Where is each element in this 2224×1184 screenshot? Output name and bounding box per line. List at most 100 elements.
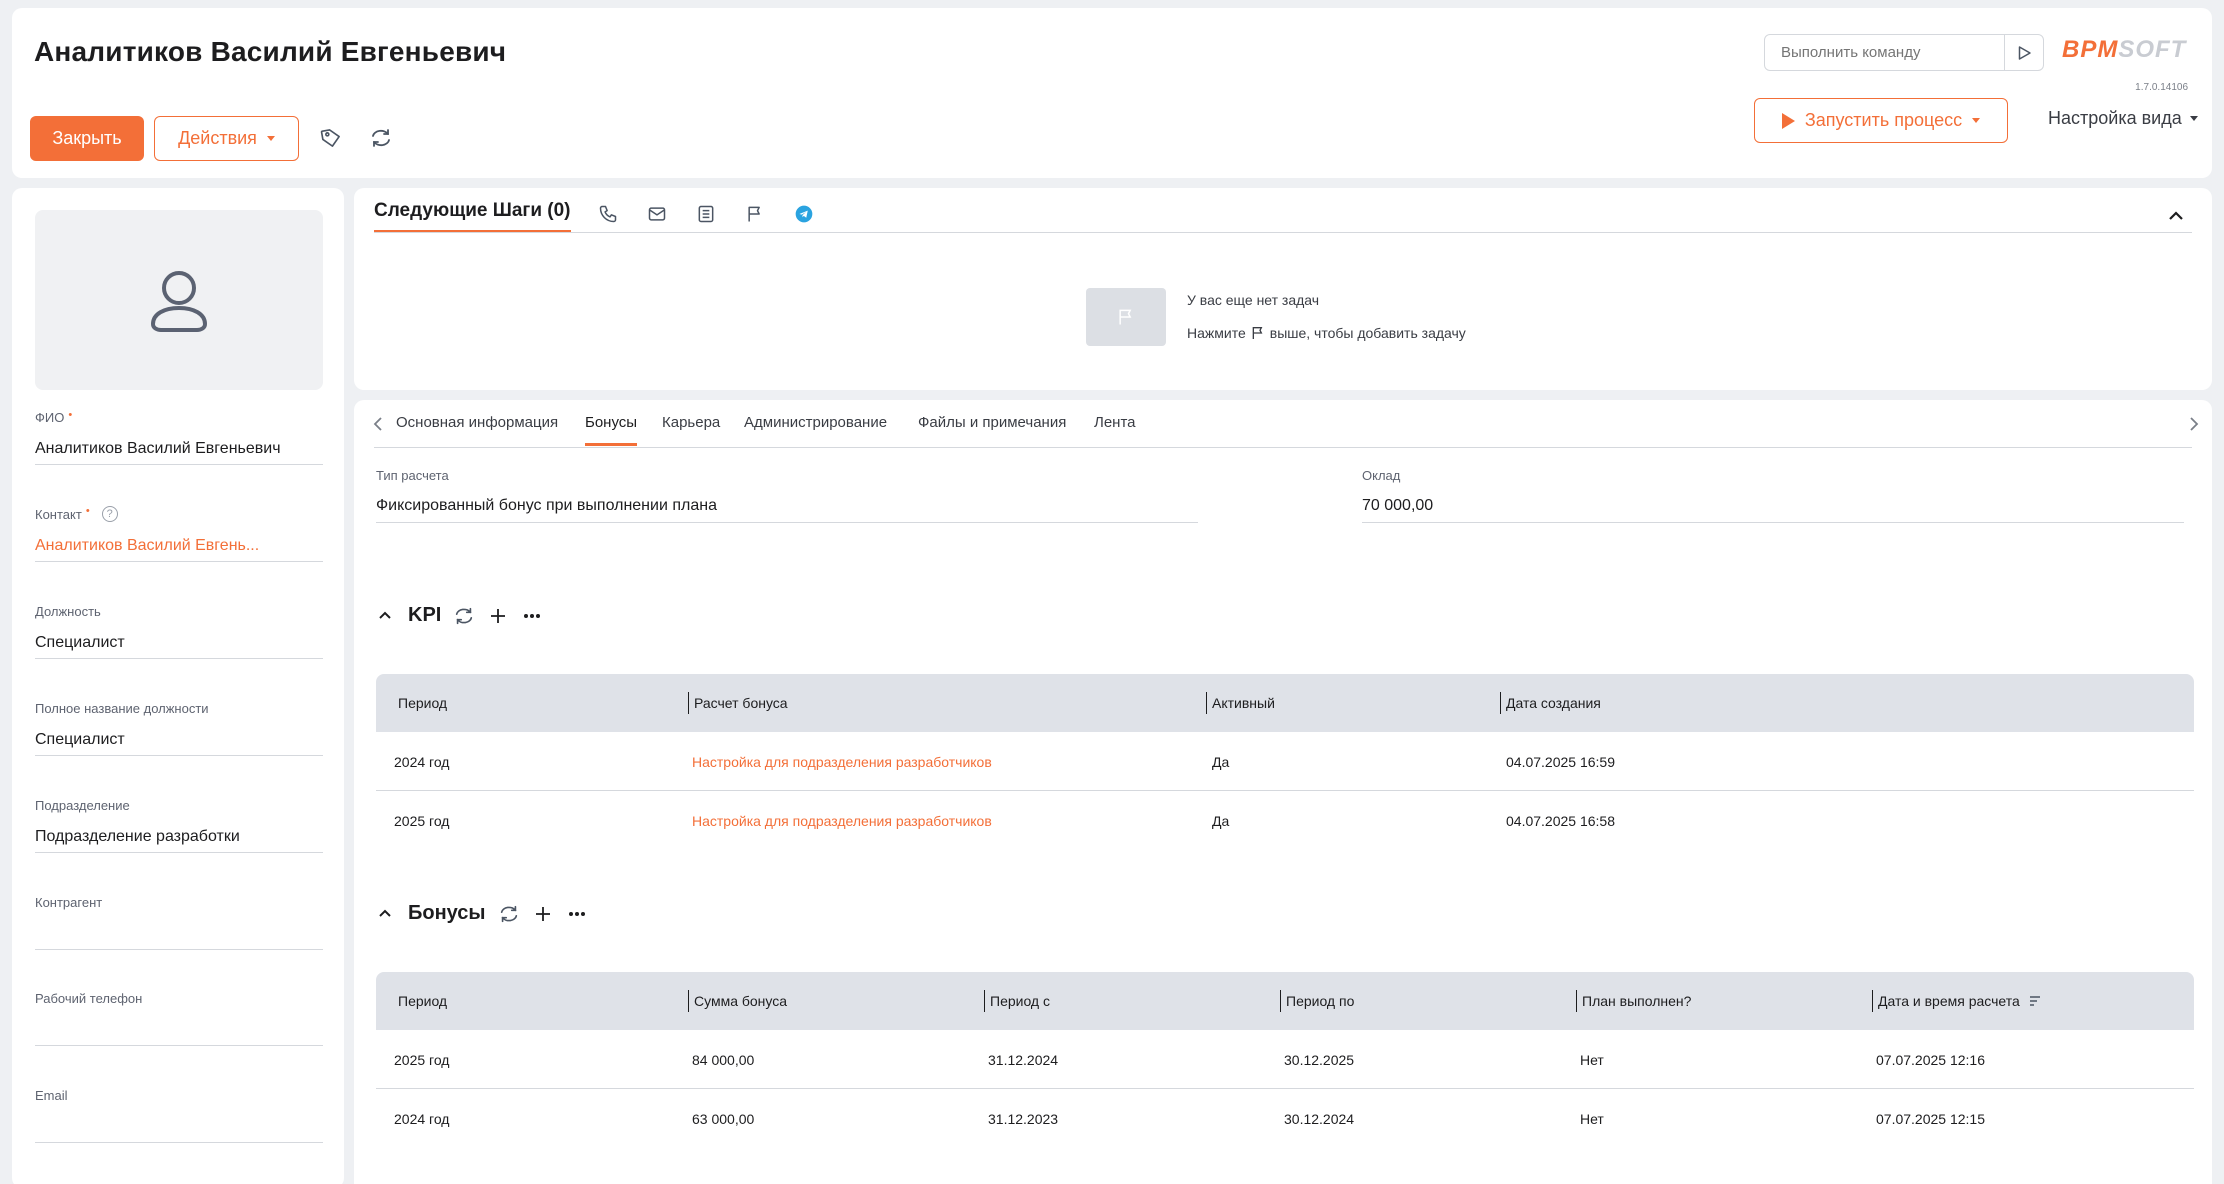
next-steps-tab[interactable]: Следующие Шаги (0) — [374, 200, 571, 233]
command-input[interactable] — [1765, 35, 2004, 70]
play-icon — [2018, 45, 2031, 60]
contact-link[interactable]: Аналитиков Василий Евгень... — [35, 536, 323, 562]
column-header[interactable]: Сумма бонуса — [694, 972, 787, 1030]
close-button[interactable]: Закрыть — [30, 116, 144, 161]
refresh-icon[interactable] — [453, 605, 475, 627]
actions-button[interactable]: Действия — [154, 116, 299, 161]
run-process-button[interactable]: Запустить процесс — [1754, 98, 2008, 143]
refresh-icon[interactable] — [498, 903, 520, 925]
column-header[interactable]: Расчет бонуса — [694, 674, 788, 732]
telegram-icon[interactable] — [790, 200, 818, 228]
column-divider[interactable] — [1280, 990, 1281, 1012]
document-icon[interactable] — [692, 200, 720, 228]
flag-icon[interactable] — [741, 200, 769, 228]
column-header-sorted[interactable]: Дата и время расчета — [1878, 972, 2042, 1030]
tag-icon[interactable] — [314, 121, 348, 155]
tab-career[interactable]: Карьера — [662, 414, 720, 443]
salary-input[interactable]: 70 000,00 — [1362, 497, 2184, 523]
avatar[interactable] — [35, 210, 323, 390]
table-row[interactable]: 2024 год 63 000,00 31.12.2023 30.12.2024… — [376, 1089, 2194, 1148]
column-header[interactable]: Период по — [1286, 972, 1354, 1030]
table-row[interactable]: 2025 год Настройка для подразделения раз… — [376, 791, 2194, 850]
empty-hint-after: выше, чтобы добавить задачу — [1269, 325, 1466, 341]
field-label: ФИО — [35, 410, 65, 425]
main-tab-panel: Основная информация Бонусы Карьера Админ… — [354, 400, 2212, 1184]
column-header[interactable]: План выполнен? — [1582, 972, 1691, 1030]
field-contact: Контакт •? Аналитиков Василий Евгень... — [35, 505, 323, 562]
tab-bonuses[interactable]: Бонусы — [585, 414, 638, 446]
cell-created: 04.07.2025 16:59 — [1506, 753, 1615, 770]
column-header[interactable]: Период с — [990, 972, 1050, 1030]
chevron-up-icon[interactable] — [374, 903, 396, 925]
bonuses-grid-header: Период Сумма бонуса Период с Период по П… — [376, 972, 2194, 1030]
command-box — [1764, 34, 2044, 71]
chevron-left-icon[interactable] — [368, 414, 388, 434]
column-header[interactable]: Дата создания — [1506, 674, 1601, 732]
run-process-label: Запустить процесс — [1804, 110, 1963, 130]
tab-feed[interactable]: Лента — [1094, 414, 1136, 443]
cell-plan-done: Нет — [1580, 1110, 1604, 1127]
column-divider[interactable] — [1872, 990, 1873, 1012]
envelope-icon[interactable] — [643, 200, 671, 228]
divider — [374, 232, 2192, 233]
tab-administration[interactable]: Администрирование — [744, 414, 887, 443]
cell-plan-done: Нет — [1580, 1051, 1604, 1068]
phone-icon[interactable] — [594, 200, 622, 228]
cell-bonus-calc-link[interactable]: Настройка для подразделения разработчико… — [692, 791, 992, 850]
chevron-right-icon[interactable] — [2184, 414, 2204, 434]
field-fio: ФИО • Аналитиков Василий Евгеньевич — [35, 409, 323, 465]
table-row[interactable]: 2025 год 84 000,00 31.12.2024 30.12.2025… — [376, 1030, 2194, 1089]
chevron-up-icon[interactable] — [374, 605, 396, 627]
account-input[interactable] — [35, 924, 323, 950]
tab-files-notes[interactable]: Файлы и примечания — [918, 414, 1066, 443]
field-label: Оклад — [1362, 468, 1401, 483]
cell-bonus-calc-link[interactable]: Настройка для подразделения разработчико… — [692, 732, 992, 791]
field-label: Контакт — [35, 506, 82, 522]
cell-amount: 63 000,00 — [692, 1110, 755, 1127]
logo: BPMSOFT — [2062, 36, 2186, 64]
plus-icon[interactable] — [532, 903, 554, 925]
play-icon — [1781, 112, 1795, 129]
field-label: Контрагент — [35, 895, 103, 910]
cell-period-from: 31.12.2024 — [988, 1051, 1059, 1068]
sort-desc-icon — [2029, 996, 2040, 1006]
column-divider[interactable] — [984, 990, 985, 1012]
column-divider[interactable] — [688, 692, 689, 714]
position-input[interactable]: Специалист — [35, 633, 323, 659]
table-row[interactable]: 2024 год Настройка для подразделения раз… — [376, 732, 2194, 791]
full-position-input[interactable]: Специалист — [35, 730, 323, 756]
cell-active: Да — [1212, 753, 1230, 770]
department-input[interactable]: Подразделение разработки — [35, 827, 323, 853]
run-command-button[interactable] — [2005, 35, 2043, 70]
column-header[interactable]: Период — [398, 674, 447, 732]
field-label: Email — [35, 1088, 68, 1103]
bonuses-grid: Период Сумма бонуса Период с Период по П… — [376, 972, 2194, 1148]
more-icon[interactable] — [566, 903, 588, 925]
cell-period: 2024 год — [394, 753, 450, 770]
refresh-icon[interactable] — [364, 121, 398, 155]
calc-type-select[interactable]: Фиксированный бонус при выполнении плана — [376, 497, 1198, 523]
fio-input[interactable]: Аналитиков Василий Евгеньевич — [35, 439, 323, 465]
kpi-grid-header: Период Расчет бонуса Активный Дата созда… — [376, 674, 2194, 732]
work-phone-input[interactable] — [35, 1020, 323, 1046]
cell-created: 04.07.2025 16:58 — [1506, 812, 1615, 829]
chevron-down-icon — [266, 136, 275, 141]
column-divider[interactable] — [1500, 692, 1501, 714]
tab-main-info[interactable]: Основная информация — [396, 414, 558, 443]
cell-calc-datetime: 07.07.2025 12:15 — [1876, 1110, 1985, 1127]
help-icon[interactable]: ? — [101, 506, 118, 522]
plus-icon[interactable] — [487, 605, 509, 627]
column-divider[interactable] — [1206, 692, 1207, 714]
chevron-up-icon[interactable] — [2164, 204, 2188, 228]
view-settings-button[interactable]: Настройка вида — [2048, 108, 2198, 129]
column-header[interactable]: Активный — [1212, 674, 1275, 732]
email-input[interactable] — [35, 1117, 323, 1143]
column-header[interactable]: Период — [398, 972, 447, 1030]
column-divider[interactable] — [688, 990, 689, 1012]
field-email: Email — [35, 1088, 323, 1143]
more-icon[interactable] — [521, 605, 543, 627]
column-divider[interactable] — [1576, 990, 1577, 1012]
cell-period: 2025 год — [394, 1051, 450, 1068]
field-calc-type: Тип расчета Фиксированный бонус при выпо… — [376, 468, 1198, 523]
field-salary: Оклад 70 000,00 — [1362, 468, 2184, 523]
